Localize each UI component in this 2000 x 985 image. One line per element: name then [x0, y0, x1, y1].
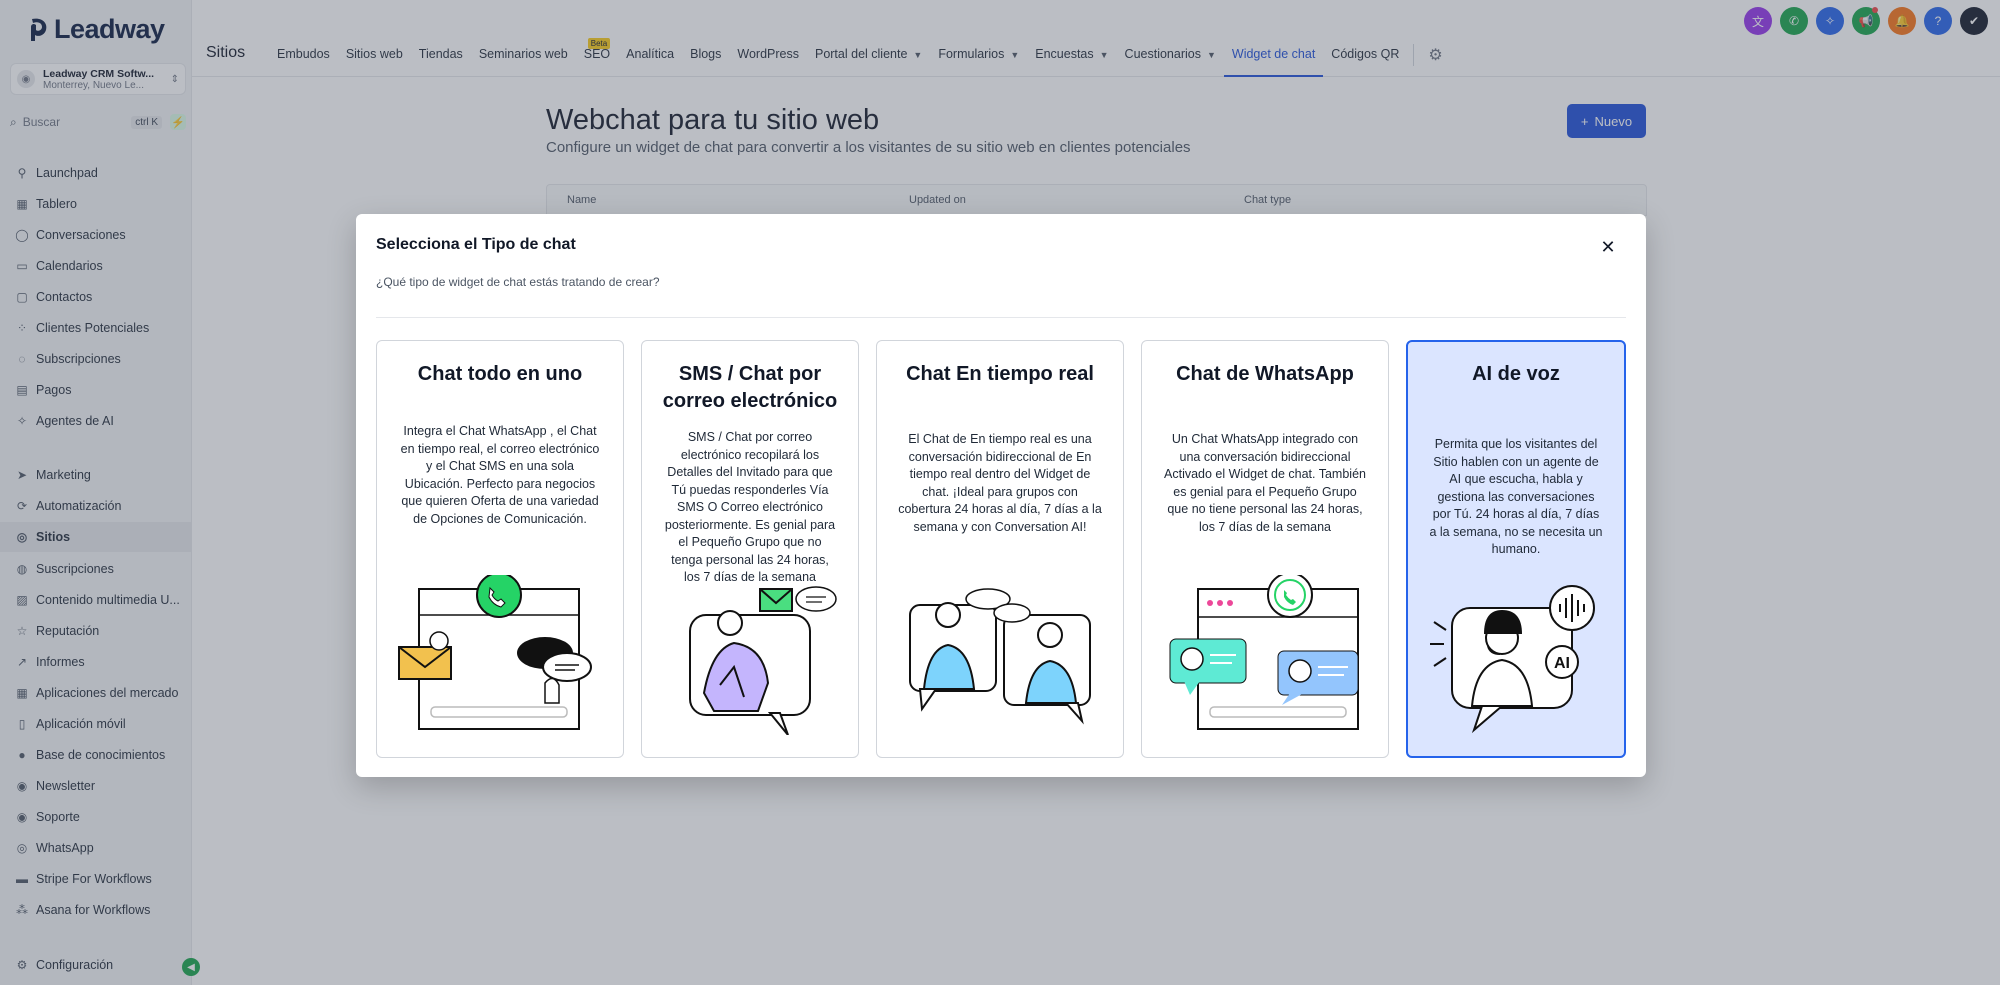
card-title: SMS / Chat por correo electrónico — [662, 363, 838, 412]
all-in-one-illustration — [377, 572, 623, 737]
card-title: Chat todo en uno — [417, 363, 583, 385]
sms-email-illustration — [642, 572, 858, 737]
svg-text:AI: AI — [1554, 655, 1570, 672]
card-description: El Chat de En tiempo real es una convers… — [898, 432, 1102, 534]
modal-subtitle: ¿Qué tipo de widget de chat estás tratan… — [376, 275, 660, 289]
card-title: Chat de WhatsApp — [1176, 363, 1354, 385]
chat-type-card-live-chat[interactable]: Chat En tiempo real El Chat de En tiempo… — [876, 340, 1124, 758]
card-description: Permita que los visitantes del Sitio hab… — [1429, 437, 1603, 556]
divider — [376, 317, 1626, 318]
modal-title: Selecciona el Tipo de chat — [376, 236, 576, 253]
chat-type-card-sms-email[interactable]: SMS / Chat por correo electrónico SMS / … — [641, 340, 859, 758]
chat-type-card-whatsapp[interactable]: Chat de WhatsApp Un Chat WhatsApp integr… — [1141, 340, 1389, 758]
close-icon[interactable]: ✕ — [1599, 237, 1617, 257]
chat-type-card-voice-ai[interactable]: AI de voz Permita que los visitantes del… — [1406, 340, 1626, 758]
live-chat-illustration — [877, 572, 1123, 737]
card-description: Integra el Chat WhatsApp , el Chat en ti… — [400, 424, 600, 526]
chat-type-modal: Selecciona el Tipo de chat ¿Qué tipo de … — [356, 214, 1646, 777]
chat-type-card-all-in-one[interactable]: Chat todo en uno Integra el Chat WhatsAp… — [376, 340, 624, 758]
card-description: SMS / Chat por correo electrónico recopi… — [664, 430, 836, 584]
whatsapp-illustration — [1142, 572, 1388, 737]
card-title: Chat En tiempo real — [906, 363, 1094, 385]
card-description: Un Chat WhatsApp integrado con una conve… — [1164, 432, 1366, 534]
voice-ai-illustration: AI — [1408, 571, 1624, 736]
card-title: AI de voz — [1472, 363, 1560, 385]
